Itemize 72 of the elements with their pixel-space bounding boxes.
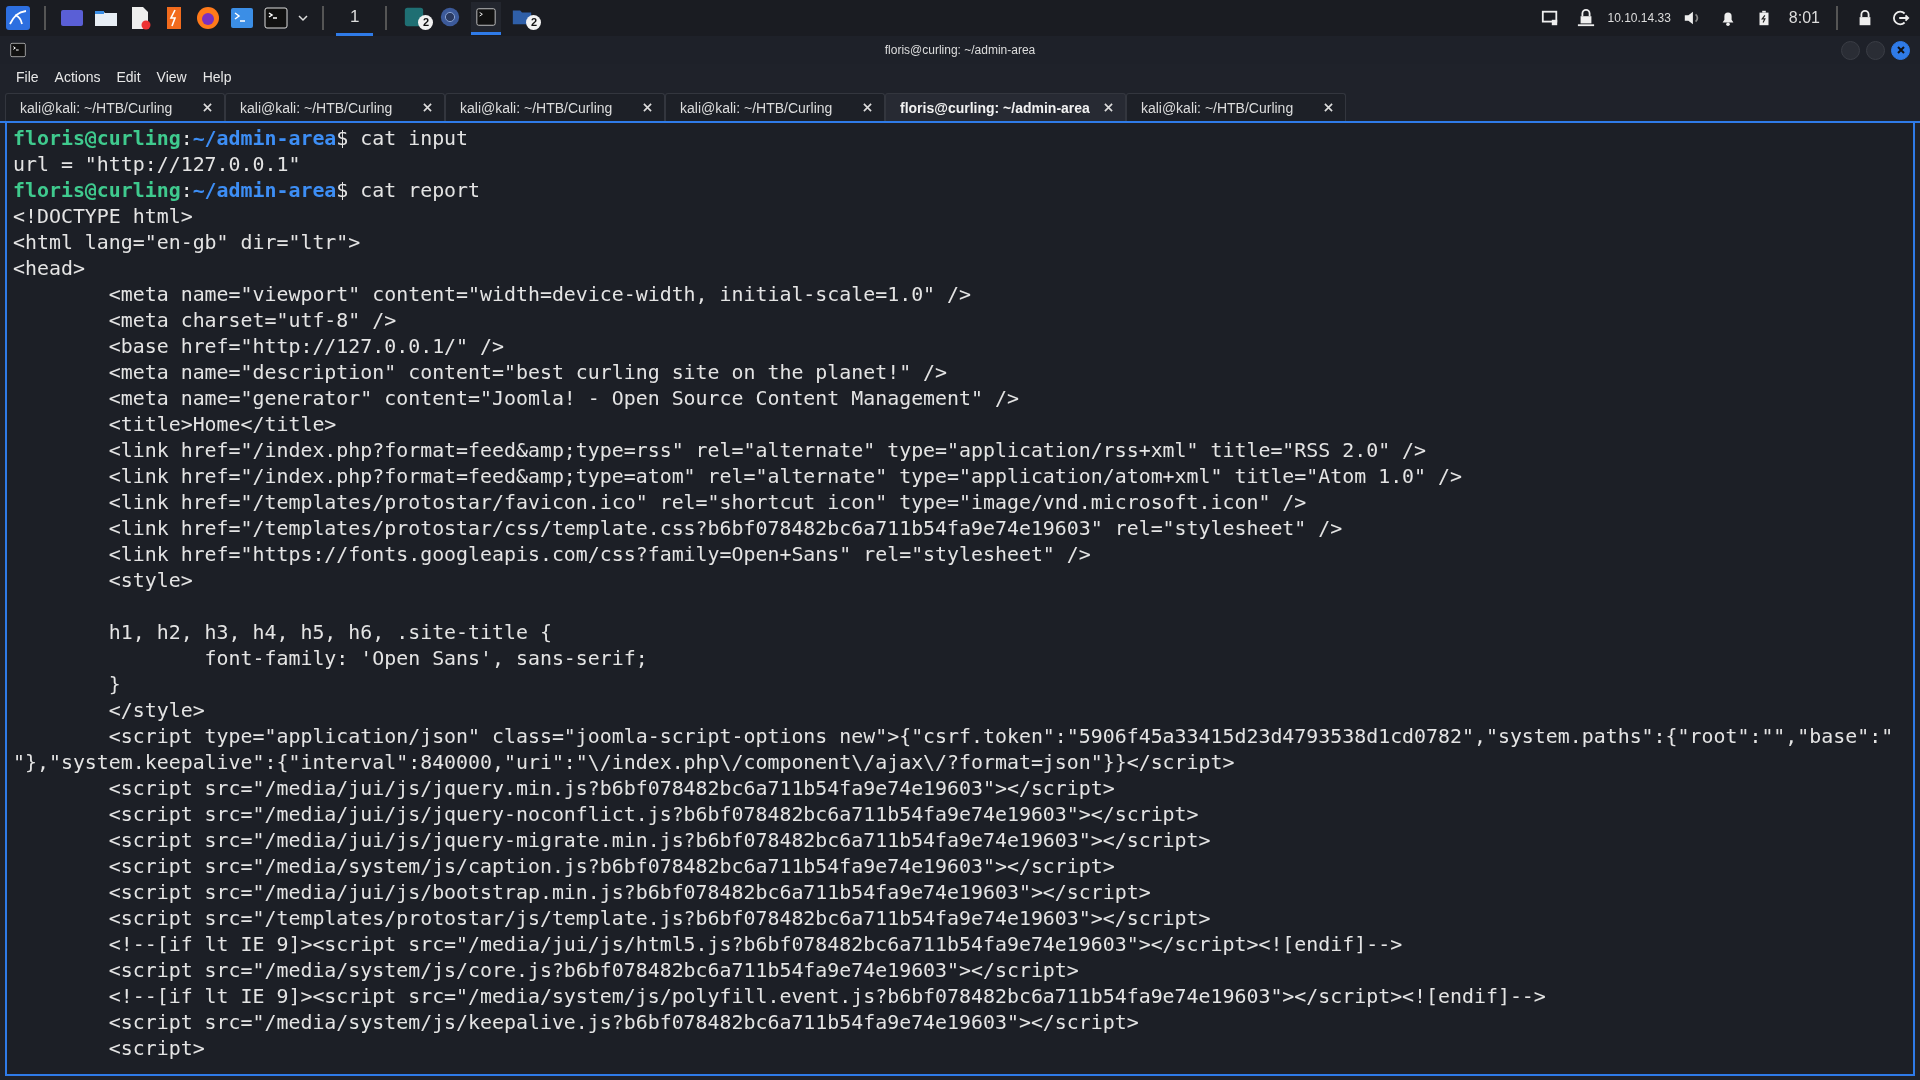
close-icon[interactable] xyxy=(1103,103,1113,112)
output-line: <html lang="en-gb" dir="ltr"> xyxy=(13,231,361,254)
clock: 8:01 xyxy=(1787,9,1821,27)
terminal-tab[interactable]: kali@kali: ~/HTB/Curling xyxy=(5,93,225,121)
output-line: <link href="/templates/protostar/css/template.css?b6bf078482bc6a711b54fa9e74e19603" rel="stylesheet" /> xyxy=(107,517,1343,540)
terminal-tab[interactable]: kali@kali: ~/HTB/Curling xyxy=(665,93,885,121)
output-line: <script type="application/json" class="joomla-script-options new">{"csrf.token":"5906f45a33415d23d4793538d1cd0782","system.paths":{"root":"","base":" xyxy=(107,725,1894,748)
output-line: <head> xyxy=(13,257,85,280)
output-line: h1, h2, h3, h4, h5, h6, .site-title { xyxy=(107,621,552,644)
prompt-path: ~/admin-area xyxy=(192,127,337,150)
menu-item[interactable]: Actions xyxy=(48,67,107,87)
output-line: <script src="/media/system/js/caption.js?b6bf078482bc6a711b54fa9e74e19603"></script> xyxy=(107,855,1115,878)
window-title: floris@curling: ~/admin-area xyxy=(884,43,1036,57)
circle-icon xyxy=(439,5,462,28)
output-line: <base href="http://127.0.0.1/" /> xyxy=(107,335,504,358)
output-line: <meta name="description" content="best curling site on the planet!" /> xyxy=(107,361,948,384)
browser-icon[interactable] xyxy=(194,4,222,32)
count-badge: 2 xyxy=(526,14,542,30)
output-line: <meta name="generator" content="Joomla! - Open Source Content Management" /> xyxy=(107,387,1019,410)
terminal-tab[interactable]: kali@kali: ~/HTB/Curling xyxy=(445,93,665,121)
menu-item[interactable]: File xyxy=(10,67,45,87)
output-line: <script> xyxy=(107,1037,205,1060)
menu-item[interactable]: View xyxy=(150,67,193,87)
output-line: </style> xyxy=(107,699,205,722)
output-line: <!DOCTYPE html> xyxy=(13,205,193,228)
count-badge: 2 xyxy=(418,14,434,30)
terminal-icon xyxy=(10,42,26,58)
close-icon xyxy=(1895,45,1906,55)
output-line: font-family: 'Open Sans', sans-serif; xyxy=(203,647,648,670)
output-line: <link href="/templates/protostar/favicon.ico" rel="shortcut icon" type="image/vnd.microsoft.icon" /> xyxy=(107,491,1307,514)
output-line: <link href="/index.php?format=feed&amp;type=atom" rel="alternate" type="application/atom+xml" title="Atom 1.0" /> xyxy=(107,465,1462,488)
output-line: <script src="/media/system/js/core.js?b6bf078482bc6a711b54fa9e74e19603"></script> xyxy=(107,959,1079,982)
output-line: } xyxy=(107,673,121,696)
output-line: <meta name="viewport" content="width=device-width, initial-scale=1.0" /> xyxy=(107,283,971,306)
menu-item[interactable]: Help xyxy=(196,67,238,87)
output-line: <style> xyxy=(107,569,193,592)
prompt-user: floris@curling xyxy=(13,127,181,150)
prompt-separator: : xyxy=(180,179,193,202)
menu-item[interactable]: Edit xyxy=(110,67,147,87)
output-line: <meta charset="utf-8" /> xyxy=(107,309,397,332)
ip-address: 10.10.14.33 xyxy=(1607,11,1671,25)
output-line: "},"system.keepalive":{"interval":840000,"uri":"\/index.php\/component\/ajax\/?format=json"}}</script> xyxy=(13,751,1235,774)
close-icon[interactable] xyxy=(1323,103,1333,112)
prompt-separator: : xyxy=(180,127,193,150)
close-icon[interactable] xyxy=(863,103,872,112)
output-line: <link href="https://fonts.googleapis.com/css?family=Open+Sans" rel="stylesheet" /> xyxy=(107,543,1091,566)
terminal-tab[interactable]: kali@kali: ~/HTB/Curling xyxy=(225,93,445,121)
output-line: <!--[if lt IE 9]><script src="/media/jui/js/html5.js?b6bf078482bc6a711b54fa9e74e19603"></script><![endif]--> xyxy=(107,933,1403,956)
dragon-logo-icon[interactable] xyxy=(4,4,32,32)
terminal-tab[interactable]: kali@kali: ~/HTB/Curling xyxy=(1125,93,1346,121)
output-line: <script src="/templates/protostar/js/template.js?b6bf078482bc6a711b54fa9e74e19603"></script> xyxy=(107,907,1211,930)
close-icon[interactable] xyxy=(643,103,652,112)
terminal-tab[interactable]: floris@curling: ~/admin-area xyxy=(885,93,1126,121)
task-button[interactable] xyxy=(471,1,502,35)
output-line: <script src="/media/system/js/keepalive.js?b6bf078482bc6a711b54fa9e74e19603"></script> xyxy=(107,1011,1139,1034)
command-text: $ cat report xyxy=(336,179,481,202)
prompt-user: floris@curling xyxy=(13,179,181,202)
output-line: <!--[if lt IE 9]><script src="/media/system/js/polyfill.event.js?b6bf078482bc6a711b54fa9e74e19603"></script><![endif]--> xyxy=(107,985,1546,1008)
close-icon[interactable] xyxy=(423,103,432,112)
output-line: url = "http://127.0.0.1" xyxy=(13,153,301,176)
output-line: <script src="/media/jui/js/jquery-noconflict.js?b6bf078482bc6a711b54fa9e74e19603"></script> xyxy=(107,803,1199,826)
prompt-path: ~/admin-area xyxy=(192,179,337,202)
output-line: <script src="/media/jui/js/bootstrap.min.js?b6bf078482bc6a711b54fa9e74e19603"></script> xyxy=(107,881,1151,904)
output-line: <script src="/media/jui/js/jquery-migrate.min.js?b6bf078482bc6a711b54fa9e74e19603"></script> xyxy=(107,829,1211,852)
command-text: $ cat input xyxy=(336,127,469,150)
close-icon[interactable] xyxy=(203,103,212,112)
terminal-icon[interactable] xyxy=(262,4,290,32)
output-line: <title>Home</title> xyxy=(107,413,337,436)
output-line: <script src="/media/jui/js/jquery.min.js?b6bf078482bc6a711b54fa9e74e19603"></script> xyxy=(107,777,1115,800)
terminal-icon xyxy=(475,5,498,28)
output-line: <link href="/index.php?format=feed&amp;type=rss" rel="alternate" type="application/rss+xml" title="RSS 2.0" /> xyxy=(107,439,1427,462)
close-button[interactable] xyxy=(1891,40,1910,60)
